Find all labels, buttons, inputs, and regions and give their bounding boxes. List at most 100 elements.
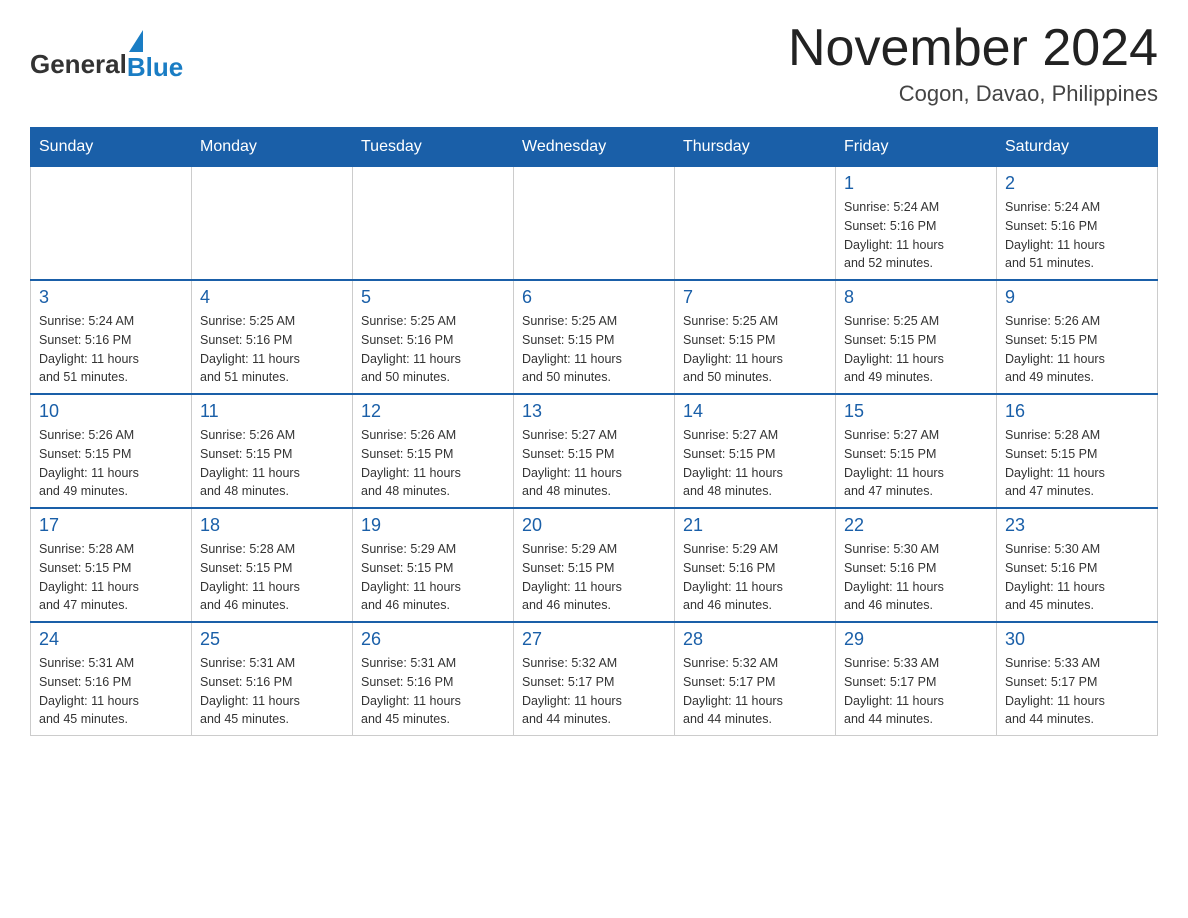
day-number: 5 xyxy=(361,287,505,308)
day-number: 6 xyxy=(522,287,666,308)
calendar-cell: 12Sunrise: 5:26 AM Sunset: 5:15 PM Dayli… xyxy=(353,394,514,508)
calendar-cell: 20Sunrise: 5:29 AM Sunset: 5:15 PM Dayli… xyxy=(514,508,675,622)
calendar-cell: 16 Sunrise: 5:28 AM Sunset: 5:15 PM Dayli… xyxy=(997,394,1158,508)
calendar-header-thursday: Thursday xyxy=(675,128,836,167)
day-info: Sunrise: 5:26 AM Sunset: 5:15 PM Dayligh… xyxy=(200,426,344,501)
calendar-cell: 3 Sunrise: 5:24 AM Sunset: 5:16 PM Daylig… xyxy=(31,280,192,394)
day-info: Sunrise: 5:33 AM Sunset: 5:17 PM Dayligh… xyxy=(1005,654,1149,729)
day-info: Sunrise: 5:28 AM Sunset: 5:15 PM Dayligh… xyxy=(39,540,183,615)
day-info: Sunrise: 5:26 AM Sunset: 5:15 PM Dayligh… xyxy=(39,426,183,501)
calendar-cell: 13 Sunrise: 5:27 AM Sunset: 5:15 PM Dayli… xyxy=(514,394,675,508)
day-number: 10 xyxy=(39,401,183,422)
day-number: 16 xyxy=(1005,401,1149,422)
day-info: Sunrise: 5:28 AM Sunset: 5:15 PM Dayligh… xyxy=(200,540,344,615)
calendar-cell xyxy=(353,167,514,281)
day-info: Sunrise: 5:28 AM Sunset: 5:15 PM Dayligh… xyxy=(1005,426,1149,501)
calendar-cell: 22Sunrise: 5:30 AM Sunset: 5:16 PM Dayli… xyxy=(836,508,997,622)
month-title: November 2024 xyxy=(788,20,1158,77)
calendar-cell: 5 Sunrise: 5:25 AM Sunset: 5:16 PM Daylig… xyxy=(353,280,514,394)
day-number: 14 xyxy=(683,401,827,422)
day-number: 1 xyxy=(844,173,988,194)
day-info: Sunrise: 5:25 AM Sunset: 5:15 PM Dayligh… xyxy=(683,312,827,387)
day-info: Sunrise: 5:25 AM Sunset: 5:16 PM Dayligh… xyxy=(361,312,505,387)
day-number: 26 xyxy=(361,629,505,650)
calendar-week-row: 10 Sunrise: 5:26 AM Sunset: 5:15 PM Dayli… xyxy=(31,394,1158,508)
day-info: Sunrise: 5:30 AM Sunset: 5:16 PM Dayligh… xyxy=(1005,540,1149,615)
logo-blue-container: Blue xyxy=(127,30,183,80)
calendar-header-saturday: Saturday xyxy=(997,128,1158,167)
day-info: Sunrise: 5:27 AM Sunset: 5:15 PM Dayligh… xyxy=(683,426,827,501)
calendar-cell xyxy=(192,167,353,281)
calendar-header-monday: Monday xyxy=(192,128,353,167)
logo-general-text: General xyxy=(30,49,127,80)
day-number: 23 xyxy=(1005,515,1149,536)
day-info: Sunrise: 5:27 AM Sunset: 5:15 PM Dayligh… xyxy=(844,426,988,501)
calendar-cell: 19 Sunrise: 5:29 AM Sunset: 5:15 PM Dayli… xyxy=(353,508,514,622)
day-number: 30 xyxy=(1005,629,1149,650)
day-number: 24 xyxy=(39,629,183,650)
day-number: 3 xyxy=(39,287,183,308)
day-info: Sunrise: 5:29 AM Sunset: 5:15 PM Dayligh… xyxy=(522,540,666,615)
day-info: Sunrise: 5:31 AM Sunset: 5:16 PM Dayligh… xyxy=(361,654,505,729)
day-info: Sunrise: 5:31 AM Sunset: 5:16 PM Dayligh… xyxy=(39,654,183,729)
calendar-cell: 14 Sunrise: 5:27 AM Sunset: 5:15 PM Dayli… xyxy=(675,394,836,508)
day-number: 19 xyxy=(361,515,505,536)
calendar-cell xyxy=(31,167,192,281)
day-info: Sunrise: 5:32 AM Sunset: 5:17 PM Dayligh… xyxy=(522,654,666,729)
calendar-cell: 26 Sunrise: 5:31 AM Sunset: 5:16 PM Dayli… xyxy=(353,622,514,736)
day-number: 15 xyxy=(844,401,988,422)
day-info: Sunrise: 5:32 AM Sunset: 5:17 PM Dayligh… xyxy=(683,654,827,729)
calendar-cell: 2 Sunrise: 5:24 AM Sunset: 5:16 PM Daylig… xyxy=(997,167,1158,281)
calendar-table: SundayMondayTuesdayWednesdayThursdayFrid… xyxy=(30,127,1158,736)
logo: General Blue xyxy=(30,30,183,80)
day-info: Sunrise: 5:33 AM Sunset: 5:17 PM Dayligh… xyxy=(844,654,988,729)
calendar-cell: 9 Sunrise: 5:26 AM Sunset: 5:15 PM Daylig… xyxy=(997,280,1158,394)
location-title: Cogon, Davao, Philippines xyxy=(788,81,1158,107)
calendar-cell: 29 Sunrise: 5:33 AM Sunset: 5:17 PM Dayli… xyxy=(836,622,997,736)
calendar-cell: 11 Sunrise: 5:26 AM Sunset: 5:15 PM Dayli… xyxy=(192,394,353,508)
calendar-cell: 30 Sunrise: 5:33 AM Sunset: 5:17 PM Dayli… xyxy=(997,622,1158,736)
calendar-week-row: 17 Sunrise: 5:28 AM Sunset: 5:15 PM Dayli… xyxy=(31,508,1158,622)
day-info: Sunrise: 5:25 AM Sunset: 5:15 PM Dayligh… xyxy=(844,312,988,387)
calendar-cell: 23 Sunrise: 5:30 AM Sunset: 5:16 PM Dayli… xyxy=(997,508,1158,622)
calendar-week-row: 3 Sunrise: 5:24 AM Sunset: 5:16 PM Daylig… xyxy=(31,280,1158,394)
calendar-cell: 6 Sunrise: 5:25 AM Sunset: 5:15 PM Daylig… xyxy=(514,280,675,394)
day-number: 25 xyxy=(200,629,344,650)
logo-arrow-icon xyxy=(129,30,143,52)
calendar-cell: 18Sunrise: 5:28 AM Sunset: 5:15 PM Dayli… xyxy=(192,508,353,622)
day-info: Sunrise: 5:29 AM Sunset: 5:16 PM Dayligh… xyxy=(683,540,827,615)
day-number: 27 xyxy=(522,629,666,650)
day-number: 8 xyxy=(844,287,988,308)
calendar-cell: 15 Sunrise: 5:27 AM Sunset: 5:15 PM Dayli… xyxy=(836,394,997,508)
day-number: 29 xyxy=(844,629,988,650)
day-number: 9 xyxy=(1005,287,1149,308)
day-number: 21 xyxy=(683,515,827,536)
calendar-cell xyxy=(514,167,675,281)
day-info: Sunrise: 5:24 AM Sunset: 5:16 PM Dayligh… xyxy=(39,312,183,387)
day-info: Sunrise: 5:31 AM Sunset: 5:16 PM Dayligh… xyxy=(200,654,344,729)
day-number: 7 xyxy=(683,287,827,308)
day-number: 4 xyxy=(200,287,344,308)
day-info: Sunrise: 5:29 AM Sunset: 5:15 PM Dayligh… xyxy=(361,540,505,615)
calendar-cell: 10 Sunrise: 5:26 AM Sunset: 5:15 PM Dayli… xyxy=(31,394,192,508)
calendar-week-row: 1 Sunrise: 5:24 AM Sunset: 5:16 PM Daylig… xyxy=(31,167,1158,281)
calendar-cell: 25 Sunrise: 5:31 AM Sunset: 5:16 PM Dayli… xyxy=(192,622,353,736)
day-info: Sunrise: 5:25 AM Sunset: 5:15 PM Dayligh… xyxy=(522,312,666,387)
calendar-header-friday: Friday xyxy=(836,128,997,167)
day-info: Sunrise: 5:30 AM Sunset: 5:16 PM Dayligh… xyxy=(844,540,988,615)
day-number: 2 xyxy=(1005,173,1149,194)
calendar-header-tuesday: Tuesday xyxy=(353,128,514,167)
calendar-cell: 8 Sunrise: 5:25 AM Sunset: 5:15 PM Daylig… xyxy=(836,280,997,394)
logo-blue-text: Blue xyxy=(127,54,183,80)
page-header: General Blue November 2024 Cogon, Davao,… xyxy=(30,20,1158,107)
day-info: Sunrise: 5:26 AM Sunset: 5:15 PM Dayligh… xyxy=(1005,312,1149,387)
day-number: 28 xyxy=(683,629,827,650)
calendar-cell: 27 Sunrise: 5:32 AM Sunset: 5:17 PM Dayli… xyxy=(514,622,675,736)
day-info: Sunrise: 5:24 AM Sunset: 5:16 PM Dayligh… xyxy=(1005,198,1149,273)
day-number: 17 xyxy=(39,515,183,536)
day-number: 11 xyxy=(200,401,344,422)
day-info: Sunrise: 5:27 AM Sunset: 5:15 PM Dayligh… xyxy=(522,426,666,501)
calendar-cell: 21 Sunrise: 5:29 AM Sunset: 5:16 PM Dayli… xyxy=(675,508,836,622)
calendar-cell: 1Sunrise: 5:24 AM Sunset: 5:16 PM Daylig… xyxy=(836,167,997,281)
day-number: 13 xyxy=(522,401,666,422)
